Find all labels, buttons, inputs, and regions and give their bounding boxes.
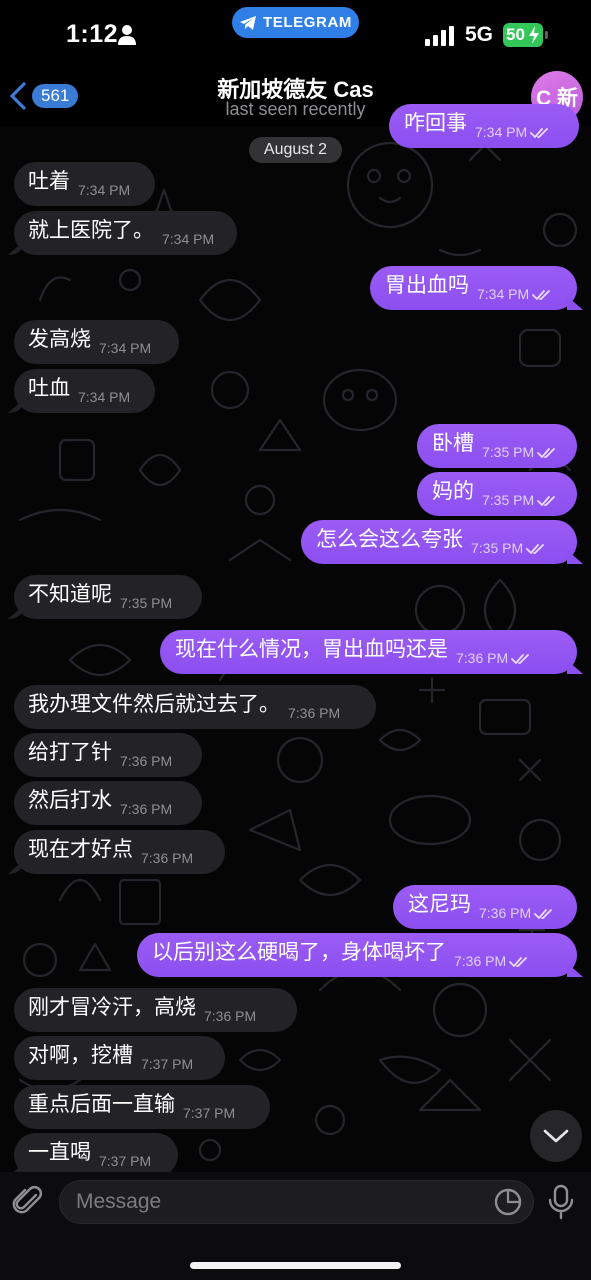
battery-cap	[545, 31, 548, 39]
message-text: 这尼玛	[408, 893, 471, 916]
sticker-icon[interactable]	[493, 1187, 523, 1217]
message-time: 7:34 PM	[78, 389, 131, 405]
message-time: 7:35 PM	[482, 492, 535, 508]
composer-bar	[0, 1172, 591, 1280]
status-bar: 1:12 TELEGRAM 5G 50	[0, 0, 591, 70]
message-time: 7:36 PM	[120, 801, 173, 817]
message-text: 发高烧	[28, 328, 91, 351]
chat-screen: 1:12 TELEGRAM 5G 50 561 新加坡德友 Cas last s…	[0, 0, 591, 1280]
double-check-icon	[509, 957, 528, 967]
message-text: 吐着	[28, 170, 70, 193]
message-time: 7:35 PM	[471, 540, 524, 556]
message-text: 现在什么情况，胃出血吗还是	[175, 638, 448, 661]
message-text: 现在才好点	[28, 838, 133, 861]
telegram-icon	[240, 15, 257, 30]
message-time: 7:35 PM	[120, 595, 173, 611]
double-check-icon	[532, 290, 551, 300]
message-bubble-outgoing[interactable]: 这尼玛 7:36 PM	[393, 885, 577, 929]
message-bubble-incoming[interactable]: 吐着 7:34 PM	[14, 162, 155, 206]
chevron-down-icon	[543, 1129, 569, 1143]
message-time: 7:36 PM	[456, 650, 509, 666]
message-time: 7:34 PM	[78, 182, 131, 198]
message-text: 以后别这么硬喝了，身体喝坏了	[152, 941, 446, 964]
message-text: 刚才冒冷汗，高烧	[28, 996, 196, 1019]
message-time: 7:34 PM	[162, 231, 215, 247]
message-time: 7:36 PM	[141, 850, 194, 866]
double-check-icon	[526, 544, 545, 554]
message-text: 咋回事	[404, 112, 467, 135]
message-time: 7:37 PM	[99, 1153, 152, 1169]
message-bubble-incoming[interactable]: 刚才冒冷汗，高烧 7:36 PM	[14, 988, 297, 1032]
message-bubble-incoming[interactable]: 一直喝 7:37 PM	[14, 1133, 178, 1177]
message-bubble-incoming[interactable]: 给打了针 7:36 PM	[14, 733, 202, 777]
message-bubble-outgoing[interactable]: 胃出血吗 7:34 PM	[370, 266, 577, 310]
message-text: 胃出血吗	[385, 274, 469, 297]
message-time: 7:36 PM	[204, 1008, 257, 1024]
charging-bolt-icon	[529, 26, 539, 44]
message-bubble-outgoing[interactable]: 现在什么情况，胃出血吗还是 7:36 PM	[160, 630, 577, 674]
message-bubble-outgoing[interactable]: 咋回事 7:34 PM	[389, 104, 579, 148]
scroll-to-bottom-button[interactable]	[530, 1110, 582, 1162]
message-time: 7:36 PM	[288, 705, 341, 721]
network-label: 5G	[465, 23, 494, 46]
message-bubble-incoming[interactable]: 吐血 7:34 PM	[14, 369, 155, 413]
message-text: 不知道呢	[28, 583, 112, 606]
double-check-icon	[534, 909, 553, 919]
message-text: 我办理文件然后就过去了。	[28, 693, 280, 716]
double-check-icon	[511, 654, 530, 664]
message-text: 一直喝	[28, 1141, 91, 1164]
message-text: 重点后面一直输	[28, 1093, 175, 1116]
telegram-return-pill[interactable]: TELEGRAM	[232, 7, 359, 38]
message-text: 给打了针	[28, 741, 112, 764]
message-time: 7:34 PM	[99, 340, 152, 356]
message-bubble-outgoing[interactable]: 以后别这么硬喝了，身体喝坏了 7:36 PM	[137, 933, 577, 977]
message-time: 7:36 PM	[120, 753, 173, 769]
message-bubble-incoming[interactable]: 发高烧 7:34 PM	[14, 320, 179, 364]
message-text: 妈的	[432, 480, 474, 503]
message-bubble-incoming[interactable]: 我办理文件然后就过去了。 7:36 PM	[14, 685, 376, 729]
battery-level: 50	[506, 25, 525, 44]
message-text: 卧槽	[432, 432, 474, 455]
message-bubble-outgoing[interactable]: 妈的 7:35 PM	[417, 472, 577, 516]
message-text: 吐血	[28, 377, 70, 400]
message-time: 7:37 PM	[183, 1105, 236, 1121]
telegram-label: TELEGRAM	[263, 14, 352, 31]
message-time: 7:36 PM	[454, 953, 507, 969]
status-time: 1:12	[66, 20, 119, 48]
paperclip-icon[interactable]	[12, 1184, 46, 1218]
message-text: 就上医院了。	[28, 219, 154, 242]
message-text: 怎么会这么夸张	[316, 528, 463, 551]
signal-icon	[425, 26, 454, 46]
person-icon	[118, 25, 136, 45]
message-time: 7:34 PM	[475, 124, 528, 140]
message-bubble-outgoing[interactable]: 怎么会这么夸张 7:35 PM	[301, 520, 577, 564]
microphone-icon[interactable]	[548, 1184, 574, 1220]
message-time: 7:35 PM	[482, 444, 535, 460]
double-check-icon	[537, 496, 556, 506]
double-check-icon	[530, 128, 549, 138]
message-text: 对啊，挖槽	[28, 1044, 133, 1067]
message-bubble-incoming[interactable]: 然后打水 7:36 PM	[14, 781, 202, 825]
message-time: 7:34 PM	[477, 286, 530, 302]
double-check-icon	[537, 448, 556, 458]
message-time: 7:36 PM	[479, 905, 532, 921]
home-indicator	[190, 1262, 401, 1269]
message-bubble-incoming[interactable]: 重点后面一直输 7:37 PM	[14, 1085, 270, 1129]
date-separator: August 2	[249, 137, 342, 163]
message-input[interactable]	[59, 1180, 534, 1224]
message-bubble-outgoing[interactable]: 卧槽 7:35 PM	[417, 424, 577, 468]
message-bubble-incoming[interactable]: 就上医院了。 7:34 PM	[14, 211, 237, 255]
message-bubble-incoming[interactable]: 不知道呢 7:35 PM	[14, 575, 202, 619]
message-bubble-incoming[interactable]: 现在才好点 7:36 PM	[14, 830, 225, 874]
message-text: 然后打水	[28, 789, 112, 812]
message-bubble-incoming[interactable]: 对啊，挖槽 7:37 PM	[14, 1036, 225, 1080]
message-time: 7:37 PM	[141, 1056, 194, 1072]
